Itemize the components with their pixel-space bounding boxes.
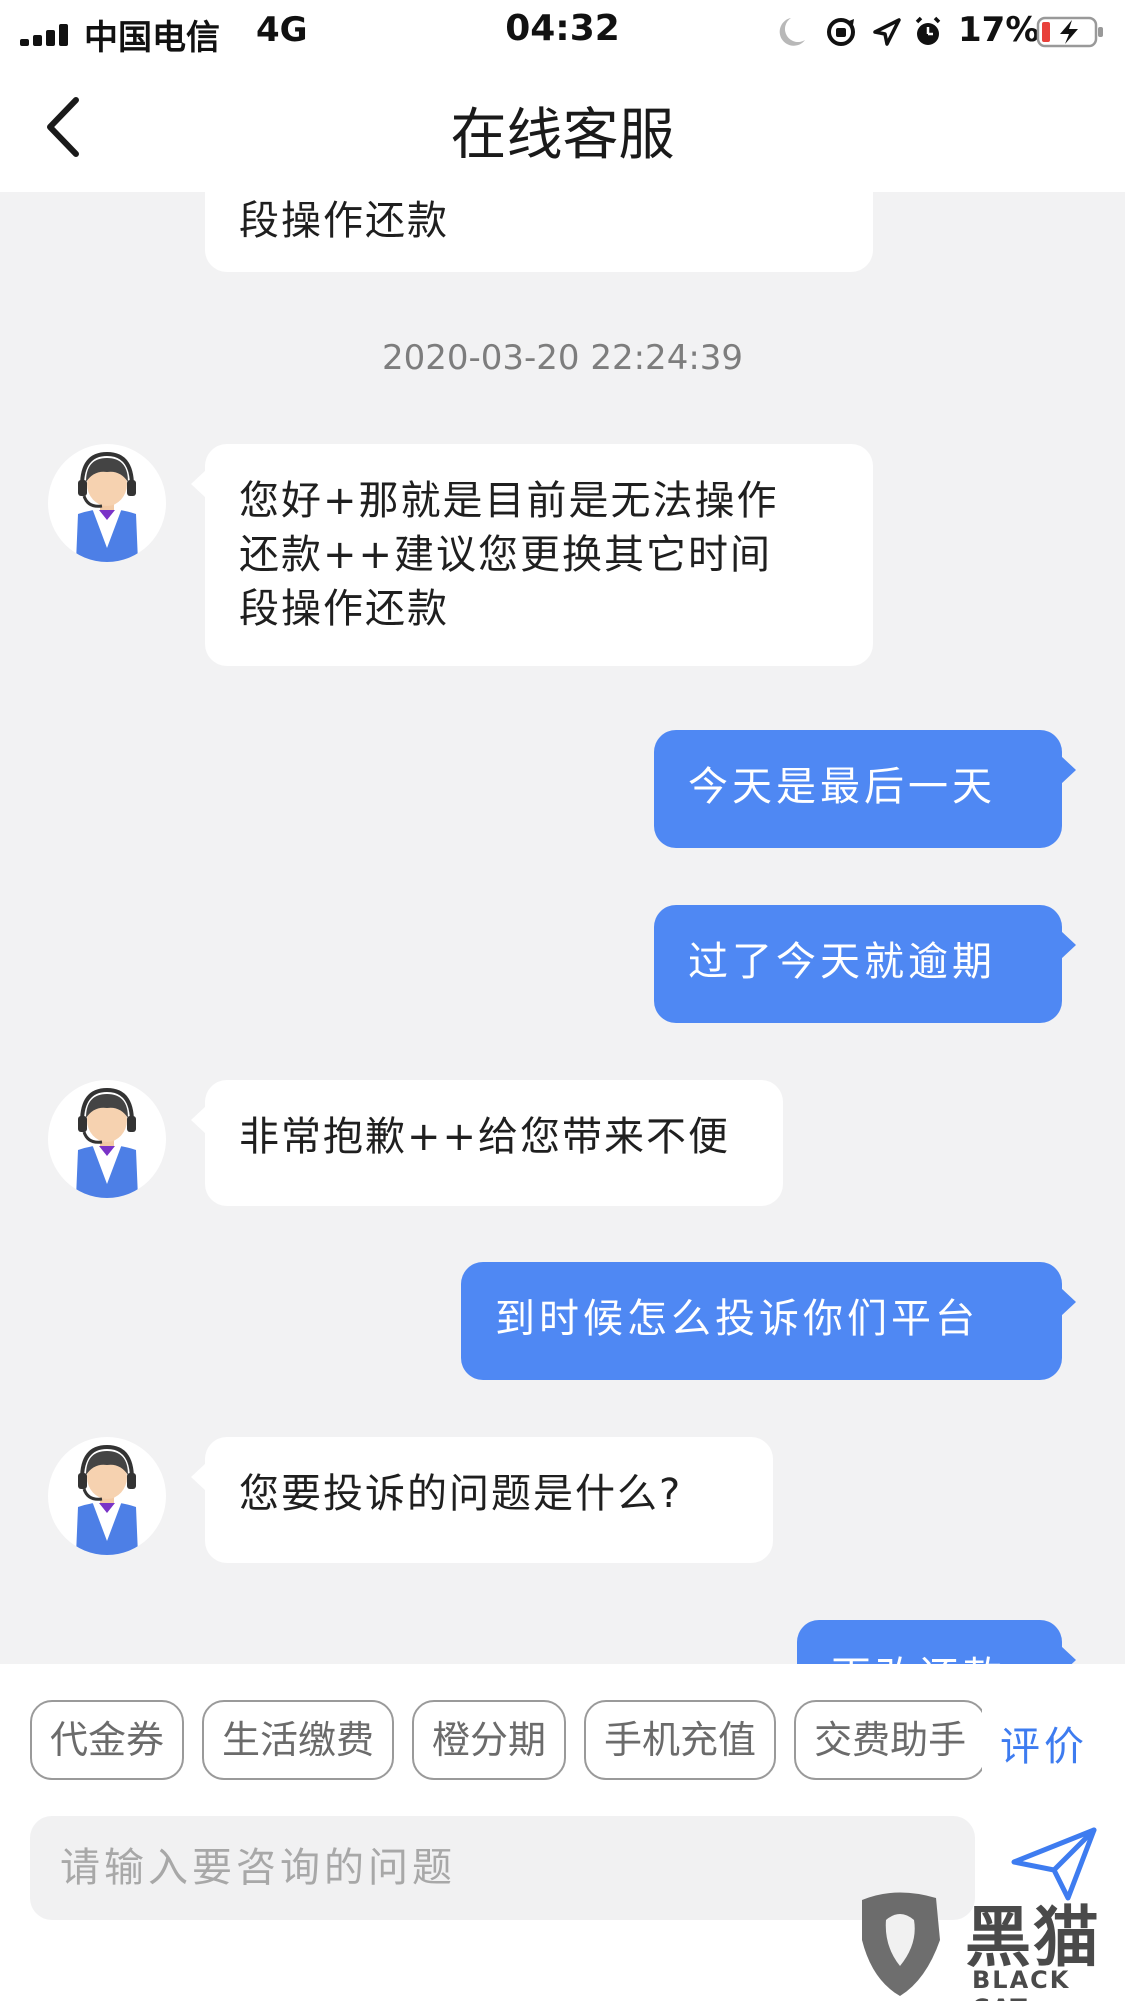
message-bubble-incoming: 您好+那就是目前是无法操作 还款++建议您更换其它时间 段操作还款 bbox=[191, 444, 873, 666]
quick-reply-chip[interactable]: 代金券 bbox=[30, 1700, 185, 1780]
message-text: 段操作还款 bbox=[239, 198, 449, 244]
cellular-signal-icon bbox=[20, 24, 78, 46]
agent-avatar bbox=[48, 1080, 166, 1198]
message-bubble-incoming: 非常抱歉++给您带来不便 bbox=[191, 1080, 783, 1206]
status-bar: 中国电信 4G 04:32 17% bbox=[0, 0, 1125, 62]
chat-message-list[interactable]: 段操作还款 2020-03-20 22:24:39 您好+那就是目前是无法操作 … bbox=[0, 192, 1125, 1664]
message-bubble-incoming: 段操作还款 bbox=[205, 192, 873, 272]
message-timestamp: 2020-03-20 22:24:39 bbox=[381, 338, 744, 378]
message-text: 非常抱歉++给您带来不便 bbox=[239, 1114, 731, 1160]
message-text: 您要投诉的问题是什么? bbox=[239, 1471, 683, 1517]
message-text: 到时候怎么投诉你们平台 bbox=[495, 1296, 979, 1342]
message-bubble-outgoing: 更改还款 bbox=[797, 1620, 1076, 1664]
message-bubble-outgoing: 今天是最后一天 bbox=[654, 730, 1076, 848]
network-type: 4G bbox=[256, 10, 308, 50]
message-text: 更改还款 bbox=[831, 1650, 1028, 1664]
message-text: 过了今天就逾期 bbox=[688, 939, 996, 985]
alarm-icon bbox=[915, 16, 941, 45]
quick-reply-chip[interactable]: 生活缴费 bbox=[202, 1700, 395, 1780]
rotation-lock-icon bbox=[827, 18, 855, 46]
message-bubble-outgoing: 过了今天就逾期 bbox=[654, 905, 1076, 1023]
page-title: 在线客服 bbox=[450, 103, 675, 168]
message-input[interactable] bbox=[30, 1816, 975, 1920]
customer-service-agent-icon bbox=[76, 1087, 138, 1198]
message-bubble-incoming: 您要投诉的问题是什么? bbox=[191, 1437, 773, 1563]
rate-button[interactable]: 评价 bbox=[1000, 1714, 1088, 1772]
customer-service-agent-icon bbox=[76, 451, 138, 562]
quick-reply-chip[interactable]: 橙分期 bbox=[412, 1700, 567, 1780]
nav-bar: 在线客服 bbox=[0, 62, 1125, 192]
moon-icon bbox=[779, 18, 805, 46]
carrier-name: 中国电信 bbox=[84, 18, 220, 58]
quick-reply-list: 代金券 生活缴费 橙分期 手机充值 交费助手 bbox=[30, 1700, 982, 1780]
message-text: 今天是最后一天 bbox=[688, 764, 996, 810]
back-chevron-icon[interactable] bbox=[36, 92, 96, 162]
customer-service-agent-icon bbox=[76, 1444, 138, 1555]
agent-avatar bbox=[48, 444, 166, 562]
battery-icon bbox=[1036, 16, 1103, 48]
message-text: 还款++建议您更换其它时间 bbox=[239, 532, 773, 578]
quick-reply-chip[interactable]: 手机充值 bbox=[584, 1700, 777, 1780]
location-icon bbox=[873, 18, 901, 46]
status-icons bbox=[779, 16, 941, 46]
agent-avatar bbox=[48, 1437, 166, 1555]
battery-percent: 17% bbox=[958, 10, 1040, 50]
message-bubble-outgoing: 到时候怎么投诉你们平台 bbox=[461, 1262, 1076, 1380]
message-text: 您好+那就是目前是无法操作 bbox=[239, 478, 779, 524]
quick-reply-scroller[interactable]: 代金券 生活缴费 橙分期 手机充值 交费助手 bbox=[30, 1700, 982, 1782]
quick-reply-chip[interactable]: 交费助手 bbox=[794, 1700, 982, 1780]
message-text: 段操作还款 bbox=[239, 586, 449, 632]
watermark-text: BLACK CAT bbox=[972, 1966, 1071, 2001]
